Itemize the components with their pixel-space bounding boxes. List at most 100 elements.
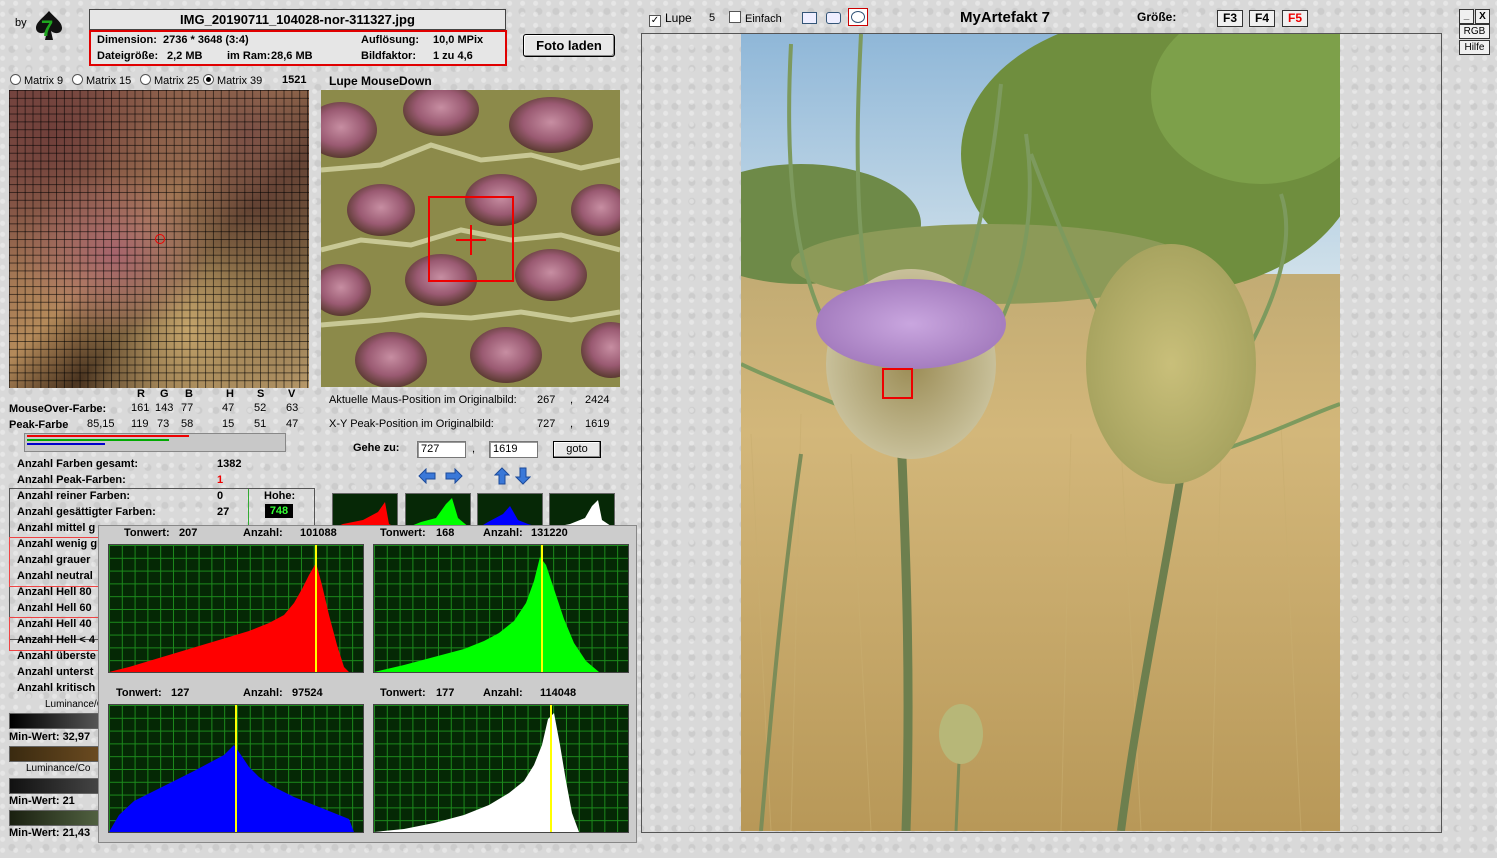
histogram-red-plot bbox=[108, 544, 364, 673]
total-colors-value: 1382 bbox=[217, 458, 242, 470]
min-value-1: Min-Wert: 32,97 bbox=[9, 731, 91, 743]
peak-colors-value: 1 bbox=[217, 474, 224, 486]
goto-y-input[interactable]: 1619 bbox=[489, 441, 538, 458]
saturated-colors-label: Anzahl gesättigter Farben: bbox=[17, 506, 156, 518]
mini-histogram-red[interactable] bbox=[332, 493, 398, 529]
load-photo-button[interactable]: Foto laden bbox=[523, 34, 615, 57]
teasel-photo bbox=[741, 34, 1340, 831]
histogram-white[interactable]: Tonwert: 177 Anzahl: 114048 bbox=[368, 685, 635, 840]
shape-rounded-icon[interactable] bbox=[826, 12, 841, 24]
luminance-swatch-1 bbox=[9, 713, 99, 729]
dimension-value: 2736 * 3648 (3:4) bbox=[163, 34, 249, 46]
medium-colors-label: Anzahl mittel g bbox=[17, 522, 96, 534]
histogram-green[interactable]: Tonwert: 168 Anzahl: 131220 bbox=[368, 525, 635, 680]
shape-rect-icon[interactable] bbox=[802, 12, 817, 24]
radio-icon bbox=[10, 74, 21, 85]
total-colors-label: Anzahl Farben gesamt: bbox=[17, 458, 139, 470]
svg-text:7: 7 bbox=[41, 16, 53, 41]
shape-ellipse-icon[interactable] bbox=[848, 8, 868, 26]
luminance-swatch-2 bbox=[9, 746, 99, 762]
factor-value: 1 zu 4,6 bbox=[433, 50, 473, 62]
arrow-right-icon[interactable] bbox=[445, 467, 463, 487]
ram-value: 28,6 MB bbox=[271, 50, 313, 62]
help-button[interactable]: Hilfe bbox=[1459, 40, 1490, 55]
histogram-blue[interactable]: Tonwert: 127 Anzahl: 97524 bbox=[98, 685, 368, 840]
rgb-hsv-headers: R G B H S V bbox=[137, 388, 296, 400]
peak-y: 1619 bbox=[585, 418, 610, 430]
arrow-up-icon[interactable] bbox=[493, 467, 511, 488]
einfach-checkbox[interactable]: Einfach bbox=[729, 11, 782, 25]
min-value-2: Min-Wert: 21 bbox=[9, 795, 75, 807]
matrix-option-39[interactable]: Matrix 39 bbox=[203, 74, 262, 87]
histogram-red-anzahl: 101088 bbox=[300, 527, 337, 539]
peak-sep: , bbox=[570, 418, 574, 430]
goto-button[interactable]: goto bbox=[553, 441, 601, 458]
histogram-red-tonwert: 207 bbox=[179, 527, 198, 539]
histogram-red[interactable]: Tonwert: 207 Anzahl: 101088 bbox=[98, 525, 368, 680]
close-button[interactable]: X bbox=[1475, 9, 1490, 24]
luminance-label-1: Luminance/C bbox=[45, 699, 104, 710]
histogram-green-plot bbox=[373, 544, 629, 673]
checkbox-icon bbox=[729, 11, 741, 23]
matrix-option-15[interactable]: Matrix 15 bbox=[72, 74, 131, 87]
filesize-label: Dateigröße: bbox=[97, 50, 159, 62]
radio-icon bbox=[72, 74, 83, 85]
size-f3-button[interactable]: F3 bbox=[1217, 10, 1243, 27]
radio-icon bbox=[140, 74, 151, 85]
dimension-label: Dimension: bbox=[97, 34, 157, 46]
minimize-button[interactable]: _ bbox=[1459, 9, 1474, 24]
height-value-box: 748 bbox=[265, 504, 293, 518]
mouseover-values: 161 143 77 47 52 63 bbox=[131, 402, 299, 414]
mouse-sep: , bbox=[570, 394, 574, 406]
size-f4-button[interactable]: F4 bbox=[1249, 10, 1275, 27]
green-level-bar bbox=[27, 439, 169, 441]
histogram-white-tonwert: 177 bbox=[436, 687, 455, 699]
mini-histogram-green[interactable] bbox=[405, 493, 471, 529]
arrow-left-icon[interactable] bbox=[418, 467, 436, 487]
goto-sep: , bbox=[472, 443, 476, 455]
histogram-blue-plot bbox=[108, 704, 364, 833]
luminance-swatch-3 bbox=[9, 778, 99, 794]
histogram-green-anzahl: 131220 bbox=[531, 527, 568, 539]
size-f5-button[interactable]: F5 bbox=[1282, 10, 1308, 27]
radio-selected-icon bbox=[203, 74, 214, 85]
lupe-checkbox[interactable]: ✓ Lupe bbox=[649, 11, 692, 27]
peak-colors-label: Anzahl Peak-Farben: bbox=[17, 474, 126, 486]
mini-histogram-white[interactable] bbox=[549, 493, 615, 529]
peak-x: 727 bbox=[537, 418, 556, 430]
matrix-count: 1521 bbox=[282, 74, 307, 86]
peak-values: 85,15 119 73 58 15 51 47 bbox=[87, 418, 299, 430]
lupe-value: 5 bbox=[709, 12, 716, 24]
mouse-pos-label: Aktuelle Maus-Position im Originalbild: bbox=[329, 394, 517, 406]
histogram-white-svg bbox=[374, 705, 579, 832]
histogram-blue-svg bbox=[109, 705, 354, 832]
pixel-matrix-view[interactable] bbox=[9, 90, 309, 388]
histogram-white-anzahl: 114048 bbox=[540, 687, 577, 699]
pure-colors-value: 0 bbox=[217, 490, 224, 502]
stats-partial-list: Anzahl wenig g Anzahl grauer Anzahl neut… bbox=[17, 538, 98, 694]
histogram-green-svg bbox=[374, 545, 599, 672]
matrix-cursor-icon bbox=[155, 234, 165, 244]
filename: IMG_20190711_104028-nor-311327.jpg bbox=[180, 12, 415, 27]
goto-x-input[interactable]: 727 bbox=[417, 441, 466, 458]
pure-colors-label: Anzahl reiner Farben: bbox=[17, 490, 131, 502]
matrix-option-9[interactable]: Matrix 9 bbox=[10, 74, 63, 87]
histogram-white-plot bbox=[373, 704, 629, 833]
lupe-title: Lupe MouseDown bbox=[329, 74, 432, 88]
matrix-option-25[interactable]: Matrix 25 bbox=[140, 74, 199, 87]
arrow-down-icon[interactable] bbox=[514, 467, 532, 488]
rgb-button[interactable]: RGB bbox=[1459, 24, 1490, 39]
photo-view[interactable] bbox=[741, 34, 1340, 831]
mini-histogram-blue[interactable] bbox=[477, 493, 543, 529]
rgb-level-bars bbox=[24, 433, 286, 452]
app-title: MyArtefakt 7 bbox=[960, 9, 1051, 26]
ram-label: im Ram: bbox=[227, 50, 271, 62]
red-level-bar bbox=[27, 435, 189, 437]
size-label: Größe: bbox=[1137, 10, 1177, 24]
filesize-value: 2,2 MB bbox=[167, 50, 203, 62]
peak-pos-label: X-Y Peak-Position im Originalbild: bbox=[329, 418, 494, 430]
magnifier-view[interactable] bbox=[321, 90, 620, 387]
file-info-box: Dimension: 2736 * 3648 (3:4) Dateigröße:… bbox=[89, 30, 507, 66]
app-logo: 7 bbox=[33, 10, 65, 42]
histogram-green-tonwert: 168 bbox=[436, 527, 455, 539]
